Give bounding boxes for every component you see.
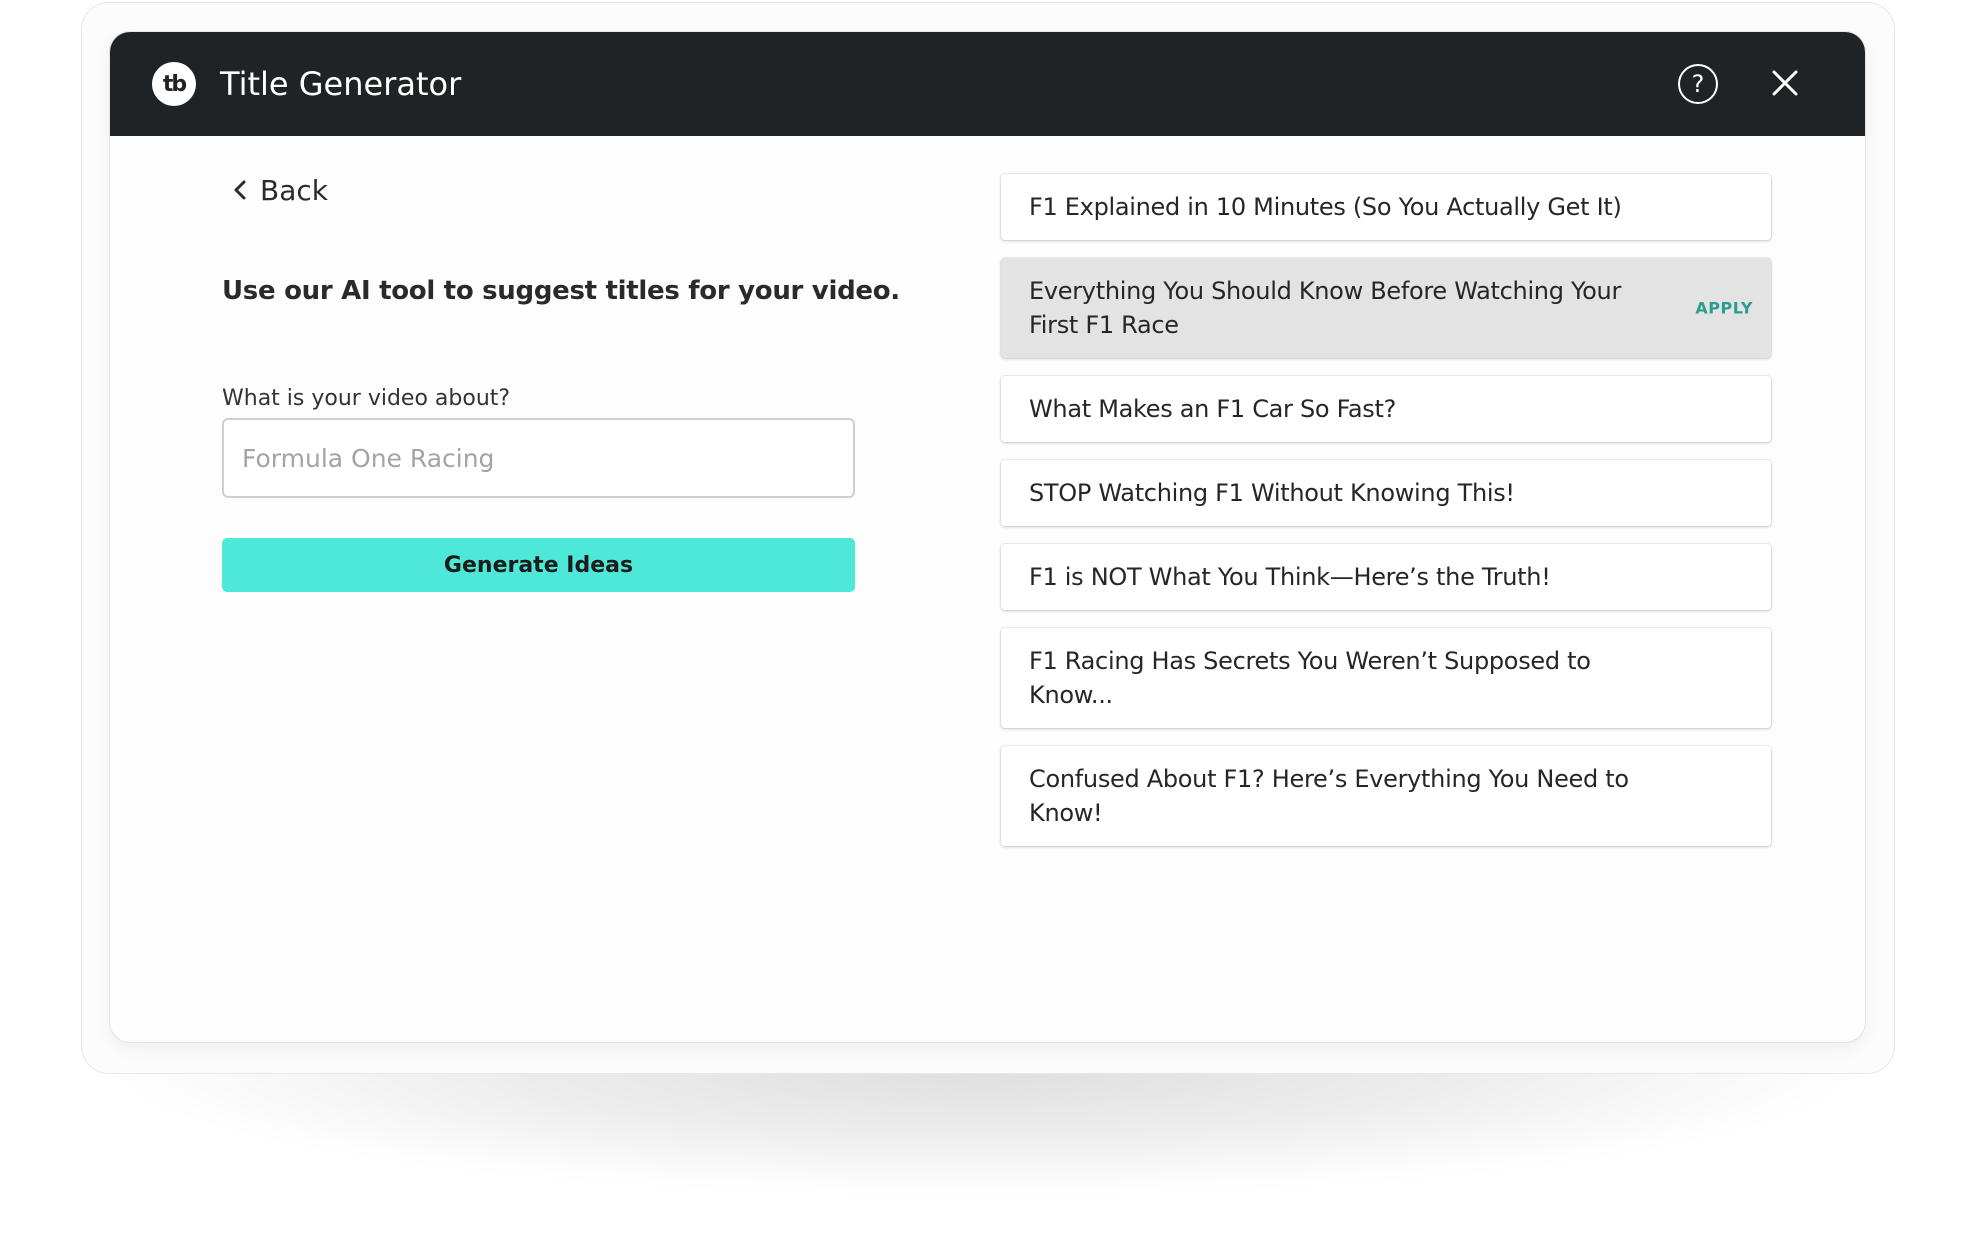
topic-input[interactable] xyxy=(222,418,855,498)
suggestion-item[interactable]: F1 is NOT What You Think—Here’s the Trut… xyxy=(1001,544,1771,610)
suggestion-text: F1 Racing Has Secrets You Weren’t Suppos… xyxy=(1029,647,1591,709)
close-icon xyxy=(1772,70,1798,96)
suggestion-item[interactable]: Confused About F1? Here’s Everything You… xyxy=(1001,746,1771,846)
chevron-left-icon xyxy=(234,180,246,200)
suggestion-list: F1 Explained in 10 Minutes (So You Actua… xyxy=(1001,174,1771,864)
suggestion-text: Everything You Should Know Before Watchi… xyxy=(1029,277,1622,339)
suggestion-item[interactable]: F1 Racing Has Secrets You Weren’t Suppos… xyxy=(1001,628,1771,728)
help-button[interactable]: ? xyxy=(1678,64,1718,104)
dialog-body: Back Use our AI tool to suggest titles f… xyxy=(110,136,1865,1042)
suggestion-item[interactable]: STOP Watching F1 Without Knowing This! xyxy=(1001,460,1771,526)
topic-field-label: What is your video about? xyxy=(222,386,511,411)
dialog-header: tb Title Generator ? xyxy=(110,32,1865,136)
logo-text: tb xyxy=(162,71,187,97)
back-button[interactable]: Back xyxy=(232,170,328,210)
suggestion-text: What Makes an F1 Car So Fast? xyxy=(1029,395,1397,423)
suggestion-item[interactable]: F1 Explained in 10 Minutes (So You Actua… xyxy=(1001,174,1771,240)
dialog-title: Title Generator xyxy=(220,65,462,103)
suggestion-text: Confused About F1? Here’s Everything You… xyxy=(1029,765,1629,827)
suggestion-text: F1 is NOT What You Think—Here’s the Trut… xyxy=(1029,563,1551,591)
suggestion-item[interactable]: What Makes an F1 Car So Fast? xyxy=(1001,376,1771,442)
apply-button[interactable]: APPLY xyxy=(1695,299,1753,318)
title-generator-dialog: tb Title Generator ? Back Use our AI too xyxy=(110,32,1865,1042)
back-label: Back xyxy=(260,173,328,207)
generate-ideas-button[interactable]: Generate Ideas xyxy=(222,538,855,592)
suggestion-item[interactable]: Everything You Should Know Before Watchi… xyxy=(1001,258,1771,358)
suggestion-text: F1 Explained in 10 Minutes (So You Actua… xyxy=(1029,193,1622,221)
close-button[interactable] xyxy=(1768,66,1802,100)
help-circle-icon: ? xyxy=(1691,70,1705,98)
suggestion-text: STOP Watching F1 Without Knowing This! xyxy=(1029,479,1515,507)
tubebuddy-logo-icon: tb xyxy=(152,62,196,106)
intro-text: Use our AI tool to suggest titles for yo… xyxy=(222,276,900,306)
screenshot-scene: tb Title Generator ? Back Use our AI too xyxy=(0,0,1971,1257)
